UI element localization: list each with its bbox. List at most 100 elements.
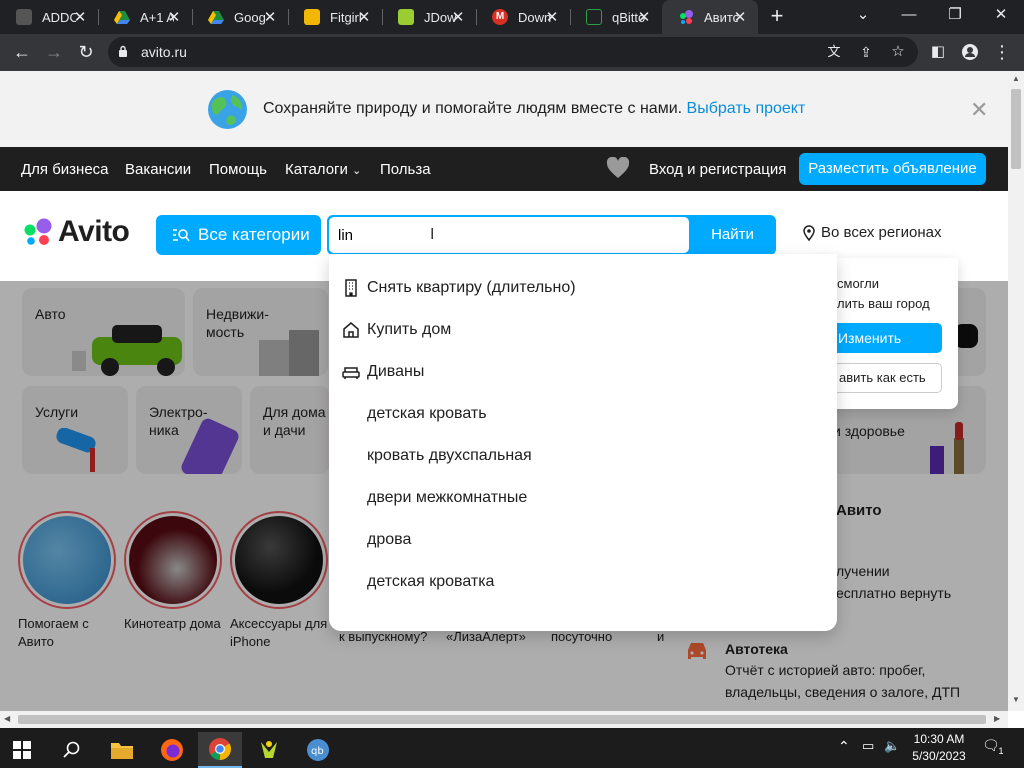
translate-icon[interactable]: 文	[824, 42, 844, 62]
suggestion-text: дрова	[367, 531, 412, 548]
choose-project-link[interactable]: Выбрать проект	[687, 100, 806, 117]
scroll-left-icon[interactable]: ◀	[4, 714, 10, 723]
browser-tab[interactable]: A+1 A ✕	[98, 0, 192, 34]
nav-help-link[interactable]: Помощь	[209, 161, 267, 178]
eco-banner: Сохраняйте природу и помогайте людям вме…	[0, 71, 1008, 147]
notifications-icon[interactable]: 🗨 1	[982, 737, 1007, 757]
favorites-heart-icon[interactable]	[606, 157, 630, 179]
close-tab-icon[interactable]: ✕	[166, 8, 182, 26]
tab-title: ADDO	[42, 9, 76, 25]
clock-time: 10:30 AM	[913, 732, 965, 746]
nav-business-link[interactable]: Для бизнеса	[21, 161, 109, 178]
volume-muted-icon[interactable]: 🔈	[884, 738, 900, 754]
find-button[interactable]: Найти	[689, 215, 776, 255]
browser-tab[interactable]: qBitto ✕	[570, 0, 662, 34]
jdownloader-icon[interactable]	[247, 732, 291, 768]
system-clock[interactable]: 10:30 AM 5/30/2023	[906, 731, 972, 765]
suggestion-item[interactable]: детская кроватка	[329, 561, 837, 603]
location-popup-text: лить ваш город	[837, 296, 930, 311]
avito-favicon-icon	[680, 10, 693, 24]
region-selector[interactable]: Во всех регионах	[802, 224, 942, 241]
close-tab-icon[interactable]: ✕	[732, 8, 748, 26]
url-text[interactable]: avito.ru	[141, 44, 187, 60]
forward-arrow-icon[interactable]: →	[40, 38, 68, 66]
close-tab-icon[interactable]: ✕	[72, 8, 88, 26]
change-city-button[interactable]: Изменить	[832, 323, 942, 353]
browser-tab[interactable]: JDow ✕	[382, 0, 476, 34]
close-window-icon[interactable]: ✕	[978, 0, 1024, 30]
browser-menu-icon[interactable]: ⋮	[988, 38, 1016, 66]
suggestion-item[interactable]: двери межкомнатные	[329, 477, 837, 519]
close-tab-icon[interactable]: ✕	[544, 8, 560, 26]
suggestion-item[interactable]: детская кровать	[329, 393, 837, 435]
clock-date: 5/30/2023	[912, 749, 966, 763]
avito-logo-icon	[24, 218, 52, 245]
region-label: Во всех регионах	[821, 224, 942, 241]
close-tab-icon[interactable]: ✕	[356, 8, 372, 26]
address-bar[interactable]: avito.ru 文 ⇪ ☆	[108, 37, 918, 67]
all-categories-button[interactable]: Все категории	[156, 215, 321, 255]
suggestion-item[interactable]: Снять квартиру (длительно)	[329, 267, 837, 309]
suggestion-text: детская кроватка	[367, 573, 495, 590]
nav-catalogs-link[interactable]: Каталоги ⌄	[285, 161, 361, 178]
nav-catalogs-label: Каталоги	[285, 161, 348, 178]
scroll-right-icon[interactable]: ▶	[994, 714, 1000, 723]
google-drive-icon	[114, 11, 130, 24]
side-panel-icon[interactable]: ◧	[924, 38, 952, 66]
nav-benefit-link[interactable]: Польза	[380, 161, 431, 178]
search-icon[interactable]	[50, 732, 94, 768]
login-register-link[interactable]: Вход и регистрация	[649, 161, 786, 178]
svg-text:qb: qb	[311, 746, 324, 757]
reload-icon[interactable]: ↻	[72, 38, 100, 66]
tray-chevron-up-icon[interactable]: ⌃	[838, 738, 850, 755]
scroll-up-icon[interactable]: ▲	[1012, 74, 1020, 83]
close-tab-icon[interactable]: ✕	[262, 8, 278, 26]
suggestion-text: двери межкомнатные	[367, 489, 528, 506]
close-tab-icon[interactable]: ✕	[636, 8, 652, 26]
scrollbar-thumb[interactable]	[1011, 89, 1021, 169]
file-explorer-icon[interactable]	[100, 732, 144, 768]
browser-tab[interactable]: ADDO ✕	[0, 0, 98, 34]
hscrollbar-thumb[interactable]	[18, 715, 986, 724]
logo-text: Avito	[58, 215, 130, 248]
firefox-icon[interactable]	[150, 732, 194, 768]
chrome-icon[interactable]	[198, 732, 242, 768]
scroll-down-icon[interactable]: ▼	[1012, 695, 1020, 704]
vertical-scrollbar[interactable]: ▲ ▼	[1008, 71, 1024, 711]
browser-tab[interactable]: Fitgirl ✕	[288, 0, 382, 34]
avito-logo[interactable]: Avito	[22, 215, 130, 248]
fitgirl-icon	[304, 9, 320, 25]
search-input[interactable]	[329, 217, 689, 253]
close-banner-icon[interactable]: ✕	[970, 97, 988, 123]
restore-icon[interactable]: ❐	[932, 0, 978, 30]
keep-city-button[interactable]: авить как есть	[832, 363, 942, 393]
qbittorrent-icon[interactable]: qb	[296, 732, 340, 768]
post-ad-button[interactable]: Разместить объявление	[799, 153, 986, 185]
banner-message: Сохраняйте природу и помогайте людям вме…	[263, 100, 683, 117]
browser-tab[interactable]: Goog ✕	[192, 0, 288, 34]
suggestion-item[interactable]: дрова	[329, 519, 837, 561]
chevron-down-icon: ⌄	[352, 165, 362, 177]
suggestion-item[interactable]: кровать двухспальная	[329, 435, 837, 477]
windows-taskbar: qb ⌃ ▭ 🔈 10:30 AM 5/30/2023 🗨 1	[0, 728, 1024, 768]
minimize-icon[interactable]: —	[886, 0, 932, 30]
horizontal-scrollbar[interactable]: ◀ ▶	[0, 711, 1008, 728]
tab-favicon-icon	[16, 9, 32, 25]
windows-start-icon[interactable]	[0, 732, 44, 768]
search-bar: I Найти	[327, 215, 776, 255]
suggestion-item[interactable]: Купить дом	[329, 309, 837, 351]
profile-icon[interactable]	[956, 38, 984, 66]
tab-search-chevron-icon[interactable]: ⌄	[840, 0, 886, 30]
banner-text: Сохраняйте природу и помогайте людям вме…	[263, 100, 805, 118]
new-tab-icon[interactable]: +	[764, 4, 790, 30]
lock-icon[interactable]	[118, 45, 128, 57]
browser-tab-active[interactable]: Авито ✕	[662, 0, 758, 34]
network-icon[interactable]: ▭	[862, 738, 874, 754]
close-tab-icon[interactable]: ✕	[450, 8, 466, 26]
nav-vacancies-link[interactable]: Вакансии	[125, 161, 191, 178]
browser-tab[interactable]: M Down ✕	[476, 0, 570, 34]
back-arrow-icon[interactable]: ←	[8, 38, 36, 66]
share-icon[interactable]: ⇪	[856, 42, 876, 62]
suggestion-item[interactable]: Диваны	[329, 351, 837, 393]
bookmark-star-icon[interactable]: ☆	[888, 42, 908, 62]
